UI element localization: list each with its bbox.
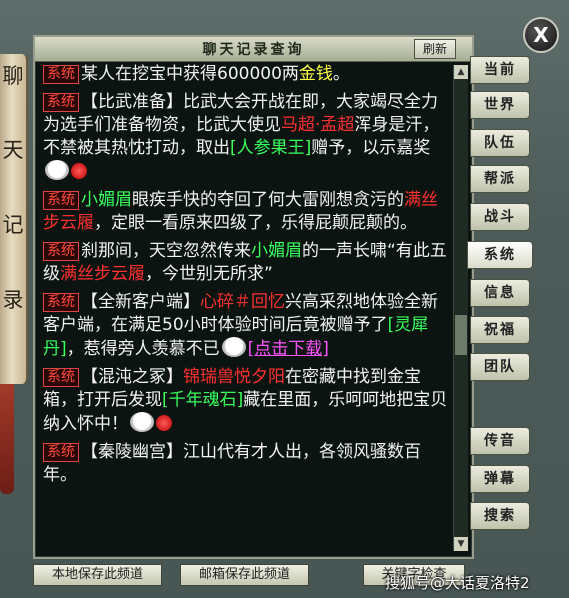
emoji-icon [221,337,246,357]
log-text: [人参果王] [230,138,312,158]
save-mail-button[interactable]: 邮箱保存此频道 [180,564,309,586]
tab-channel[interactable]: 祝福 [470,316,530,344]
window-title: 聊天记录查询 [202,42,305,58]
tab-channel[interactable]: 战斗 [470,203,530,231]
log-text: 【全新客户端】 [81,292,200,312]
tab-channel[interactable]: 传音 [470,427,530,455]
tab-channel[interactable]: 帮派 [470,165,530,193]
tab-channel[interactable]: 世界 [470,91,530,119]
log-text: ，惹得旁人羡慕不已 [66,339,220,359]
log-text: 小媚眉 [81,190,132,210]
log-text: 【秦陵幽宫】江山代有才人出，各领风骚数百年。 [43,442,421,485]
log-entry: 系统 【比武准备】比武大会开战在即，大家竭尽全力为选手们准备物资，比武大使见马超·… [43,91,451,184]
save-local-button[interactable]: 本地保存此频道 [33,564,162,586]
system-tag: 系统 [43,65,79,84]
pompom-icon [71,163,87,179]
tab-channel[interactable]: 系统 [467,241,533,269]
title-bar: 聊天记录查询 刷新 [35,37,472,62]
tab-channel[interactable]: 弹幕 [470,465,530,493]
system-tag: 系统 [43,368,79,387]
log-text: 金钱 [298,64,333,84]
emoji-icon [130,412,154,432]
log-text: 刹那间，天空忽然传来 [81,241,251,261]
log-text: 锦瑞兽悦夕阳 [183,367,285,387]
side-char: 录 [2,288,24,312]
log-text: 【混沌之冢】 [81,367,183,387]
system-tag: 系统 [43,93,79,112]
chat-log-panel: 聊天记录查询 刷新 系统 某人在挖宝中获得600000两金钱。 系统 【比武准备】比武… [33,35,474,559]
log-text: ，今世别无所求” [145,264,273,284]
log-entry: 系统 某人在挖宝中获得600000两金钱。 [43,63,451,86]
download-link[interactable]: [点击下载] [248,339,329,359]
side-char: 聊 [2,64,24,88]
log-text: ，定眼一看原来四级了，乐得屁颠屁颠的。 [94,213,417,233]
side-char: 天 [2,138,24,162]
tab-channel[interactable]: 信息 [470,279,530,307]
log-text: 满丝步云履 [60,264,145,284]
log-text: 赠予，以示嘉奖 [311,138,431,158]
log-text: 眼疾手快的夺回了何大雷刚想贪污的 [132,190,404,210]
scroll-up-icon[interactable]: ▲ [454,65,468,79]
log-text: 小媚眉 [251,241,302,261]
pompom-icon [156,415,172,431]
watermark-text: 搜狐号@大话夏洛特2 [385,574,530,592]
tab-channel[interactable]: 搜索 [470,502,530,530]
system-tag: 系统 [43,443,79,462]
emoji-icon [45,160,69,180]
log-scrollbar[interactable]: ▲ ▼ [453,65,468,551]
log-entry: 系统 【混沌之冢】锦瑞兽悦夕阳在密藏中找到金宝箱，打开后发现[千年魂石]藏在里面，… [43,366,451,436]
scroll-down-icon[interactable]: ▼ [454,537,468,551]
tab-channel[interactable]: 当前 [470,56,530,84]
system-tag: 系统 [43,293,79,312]
log-text: 。 [332,64,350,84]
log-text: 马超·孟超 [281,115,355,135]
side-scroll-decoration: 聊 天 记 录 [0,54,28,384]
log-entry: 系统 【全新客户端】心碎＃回忆兴高采烈地体验全新客户端，在满足50小时体验时间后竟… [43,291,451,361]
log-text: [千年魂石] [162,390,244,410]
channel-tabs: 当前世界队伍帮派战斗系统信息祝福团队传音弹幕搜索 [467,0,540,598]
tab-channel[interactable]: 团队 [470,353,530,381]
log-text: 某人在挖宝中获得600000两 [81,64,299,84]
side-char: 记 [2,213,24,237]
log-text: 心碎＃回忆 [200,292,285,312]
log-entry: 系统 小媚眉眼疾手快的夺回了何大雷刚想贪污的满丝步云履，定眼一看原来四级了，乐得屁… [43,189,451,235]
chat-log: 系统 某人在挖宝中获得600000两金钱。 系统 【比武准备】比武大会开战在即，大家竭… [43,63,451,553]
log-entry: 系统 刹那间，天空忽然传来小媚眉的一声长啸“有此五级满丝步云履，今世别无所求” [43,240,451,286]
log-entry: 系统 【秦陵幽宫】江山代有才人出，各领风骚数百年。 [43,441,451,487]
refresh-button[interactable]: 刷新 [414,39,456,59]
system-tag: 系统 [43,242,79,261]
tassel-decoration [0,384,14,494]
tab-channel[interactable]: 队伍 [470,129,530,157]
system-tag: 系统 [43,191,79,210]
scroll-thumb[interactable] [455,315,467,355]
